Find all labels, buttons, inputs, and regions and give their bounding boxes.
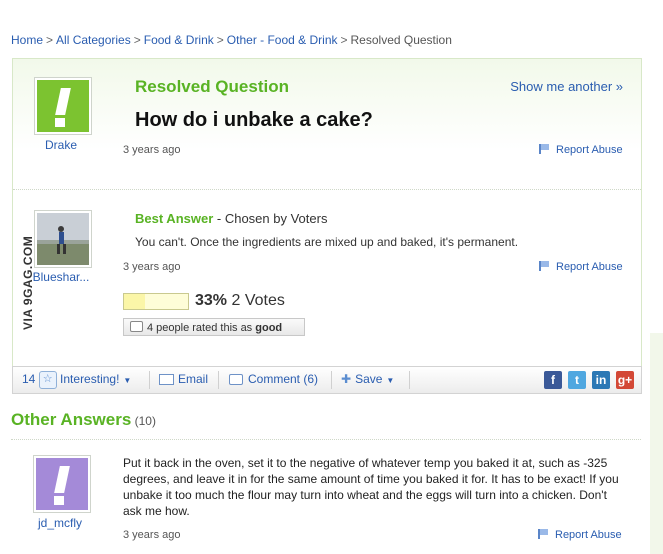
question-timestamp: 3 years ago <box>123 144 181 156</box>
other-answerer-avatar[interactable] <box>33 455 91 513</box>
comment-button[interactable]: Comment (6) <box>229 367 318 393</box>
mail-icon <box>159 374 174 386</box>
vote-summary: 33% 2 Votes <box>195 292 285 310</box>
toolbar-divider <box>331 371 332 389</box>
exclamation-avatar-icon <box>37 80 89 132</box>
other-answer-timestamp: 3 years ago <box>123 529 181 541</box>
breadcrumb-separator: > <box>340 33 348 47</box>
breadcrumb: Home > All Categories > Food & Drink > Other -… <box>11 33 452 47</box>
action-bar: 14 ☆ Interesting! ▼ Email Comment (6) ✚ Sa… <box>12 366 642 394</box>
flag-icon <box>538 529 550 539</box>
other-answerer-username[interactable]: jd_mcfly <box>25 516 95 530</box>
report-abuse-label: Report Abuse <box>556 144 623 156</box>
other-answers-count: (10) <box>131 414 156 428</box>
linkedin-icon[interactable]: in <box>592 371 610 389</box>
best-answer-report-abuse-link[interactable]: Report Abuse <box>539 261 623 273</box>
thumbs-up-icon <box>130 321 143 332</box>
best-answer-text: You can't. Once the ingredients are mixe… <box>135 235 519 249</box>
other-answer-text: Put it back in the oven, set it to the n… <box>123 456 619 518</box>
interesting-count: 14 <box>22 372 36 386</box>
save-button[interactable]: ✚ Save ▼ <box>341 367 394 393</box>
breadcrumb-separator: > <box>216 33 224 47</box>
vote-progress-bar <box>123 293 189 310</box>
breadcrumb-food-drink[interactable]: Food & Drink <box>144 33 214 47</box>
resolved-question-heading: Resolved Question <box>135 77 289 96</box>
rated-word: good <box>255 322 283 334</box>
exclamation-avatar-icon <box>36 458 88 510</box>
star-icon: ☆ <box>38 370 57 389</box>
breadcrumb-other-food-drink[interactable]: Other - Food & Drink <box>227 33 338 47</box>
rated-good-button[interactable]: 4 people rated this as good <box>123 318 305 336</box>
site-watermark: VIA 9GAG.COM <box>21 235 35 330</box>
breadcrumb-separator: > <box>133 33 141 47</box>
interesting-button[interactable]: 14 ☆ Interesting! ▼ <box>22 367 131 393</box>
question-panel: Drake Resolved Question Show me another … <box>12 58 642 367</box>
toolbar-divider <box>149 371 150 389</box>
asker-avatar[interactable] <box>34 77 92 135</box>
photo-avatar-icon <box>37 213 89 265</box>
flag-icon <box>539 144 551 154</box>
best-answer-heading: Best Answer - Chosen by Voters <box>135 211 327 226</box>
flag-icon <box>539 261 551 271</box>
best-answer-timestamp: 3 years ago <box>123 261 181 273</box>
toolbar-divider <box>218 371 219 389</box>
email-button[interactable]: Email <box>159 367 208 393</box>
question-report-abuse-link[interactable]: Report Abuse <box>539 144 623 156</box>
breadcrumb-current: Resolved Question <box>350 33 452 47</box>
twitter-icon[interactable]: t <box>568 371 586 389</box>
best-answer-label: Best Answer <box>135 211 214 226</box>
google-plus-icon[interactable]: g+ <box>616 371 634 389</box>
vote-percent: 33% <box>195 292 228 309</box>
show-another-link[interactable]: Show me another » <box>510 79 623 94</box>
report-abuse-label: Report Abuse <box>555 529 622 541</box>
question-title: How do i unbake a cake? <box>135 109 373 131</box>
breadcrumb-separator: > <box>46 33 54 47</box>
rated-prefix: 4 people rated this as <box>147 322 256 334</box>
chevron-down-icon: ▼ <box>386 376 395 385</box>
vote-progress-fill <box>124 294 146 309</box>
comment-label: Comment (6) <box>248 372 319 386</box>
plus-icon: ✚ <box>341 372 352 386</box>
toolbar-divider <box>409 371 410 389</box>
email-label: Email <box>178 372 209 386</box>
section-divider <box>13 189 641 190</box>
other-answers-title: Other Answers <box>11 410 132 429</box>
asker-username[interactable]: Drake <box>26 138 96 152</box>
comment-bubble-icon <box>229 374 243 386</box>
page-side-strip <box>650 333 663 554</box>
other-answer-report-abuse-link[interactable]: Report Abuse <box>538 529 622 541</box>
interesting-label: Interesting! <box>60 372 120 386</box>
breadcrumb-all-categories[interactable]: All Categories <box>56 33 131 47</box>
section-divider <box>11 439 641 440</box>
answerer-avatar[interactable] <box>34 210 92 268</box>
save-label: Save <box>355 372 383 386</box>
facebook-icon[interactable]: f <box>544 371 562 389</box>
other-answers-heading: Other Answers (10) <box>11 410 156 430</box>
report-abuse-label: Report Abuse <box>556 261 623 273</box>
vote-count: 2 Votes <box>227 292 285 309</box>
breadcrumb-home[interactable]: Home <box>11 33 43 47</box>
chosen-by-label: - Chosen by Voters <box>213 211 328 226</box>
chevron-down-icon: ▼ <box>123 376 132 385</box>
